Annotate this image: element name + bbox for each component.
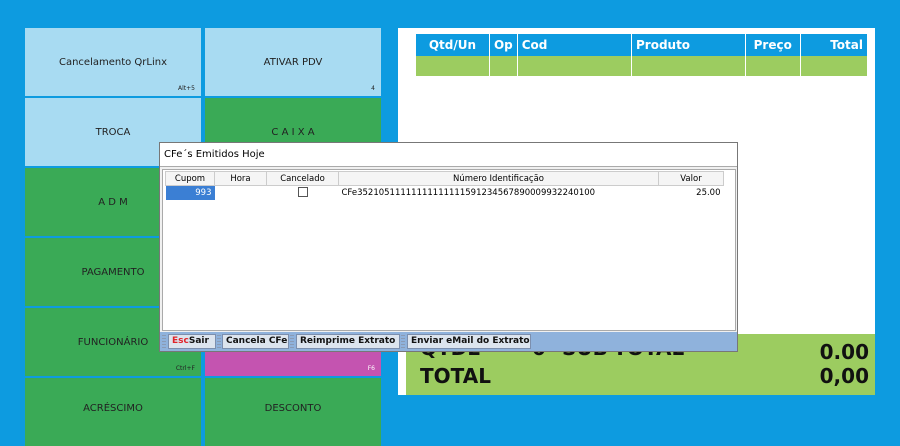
sair-button[interactable]: EscSair bbox=[168, 334, 216, 349]
tile-label: C A I X A bbox=[271, 126, 315, 138]
cfe-dialog: CFe´s Emitidos Hoje Cupom Hora Cancelado… bbox=[159, 142, 738, 352]
cfe-table: Cupom Hora Cancelado Número Identificaçã… bbox=[165, 171, 724, 200]
col-cupom[interactable]: Cupom bbox=[165, 171, 215, 186]
toolbar-grip-icon[interactable] bbox=[162, 335, 166, 348]
toolbar-grip-icon[interactable] bbox=[217, 335, 221, 348]
shortcut-key: F6 bbox=[367, 365, 375, 372]
tile-label: ATIVAR PDV bbox=[263, 56, 323, 68]
col-total: Total bbox=[800, 34, 869, 56]
col-cod: Cod bbox=[517, 34, 632, 56]
col-valor[interactable]: Valor bbox=[658, 171, 724, 186]
tile-label: TROCA bbox=[95, 126, 131, 138]
toolbar-grip-icon[interactable] bbox=[401, 335, 405, 348]
reimprime-extrato-button[interactable]: Reimprime Extrato bbox=[296, 334, 400, 349]
shortcut-key: Alt+5 bbox=[178, 85, 195, 92]
cancelado-cell bbox=[267, 186, 339, 201]
shortcut-key: 4 bbox=[371, 85, 375, 92]
hora-cell bbox=[215, 186, 267, 201]
tile-label: ACRÉSCIMO bbox=[83, 402, 143, 414]
col-hora[interactable]: Hora bbox=[214, 171, 267, 186]
acrescimo-button[interactable]: ACRÉSCIMO bbox=[25, 378, 201, 446]
table-row[interactable]: 993 CFe352105111111111111115912345678900… bbox=[165, 185, 724, 201]
shortcut-key: Ctrl+F bbox=[175, 365, 195, 372]
esc-key-label: Esc bbox=[172, 336, 189, 346]
subtotal-value: 0.00 bbox=[819, 340, 869, 364]
col-preco: Preço bbox=[745, 34, 801, 56]
numero-cell: CFe3521051111111111111159123456789000993… bbox=[341, 188, 596, 198]
cancelado-checkbox[interactable] bbox=[297, 186, 308, 197]
sair-label: Sair bbox=[188, 336, 209, 346]
col-numero[interactable]: Número Identificação bbox=[338, 171, 659, 186]
sales-grid: Qtd/Un Op Cod Produto Preço Total bbox=[416, 34, 869, 76]
tile-label: Cancelamento QrLinx bbox=[58, 56, 168, 68]
tile-label: DESCONTO bbox=[264, 402, 322, 414]
toolbar-grip-icon[interactable] bbox=[290, 335, 294, 348]
desconto-button[interactable]: DESCONTO bbox=[205, 378, 381, 446]
col-produto: Produto bbox=[631, 34, 746, 56]
col-qtd: Qtd/Un bbox=[416, 34, 490, 56]
cupom-cell[interactable]: 993 bbox=[165, 185, 215, 200]
cancela-cfe-button[interactable]: Cancela CFe bbox=[222, 334, 289, 349]
enviar-email-button[interactable]: Enviar eMail do Extrato bbox=[407, 334, 531, 349]
ativar-pdv-button[interactable]: ATIVAR PDV 4 bbox=[205, 28, 381, 96]
col-op: Op bbox=[489, 34, 518, 56]
cancelamento-qrlinx-button[interactable]: Cancelamento QrLinx Alt+5 bbox=[25, 28, 201, 96]
total-label: TOTAL bbox=[420, 364, 491, 388]
table-row[interactable] bbox=[416, 56, 869, 76]
tile-label: FUNCIONÁRIO bbox=[77, 336, 149, 348]
valor-cell: 25.00 bbox=[696, 188, 721, 198]
tile-label: PAGAMENTO bbox=[81, 266, 145, 278]
dialog-title: CFe´s Emitidos Hoje bbox=[160, 143, 737, 167]
dialog-toolbar: EscSair Cancela CFe Reimprime Extrato En… bbox=[160, 332, 737, 351]
col-cancelado[interactable]: Cancelado bbox=[266, 171, 339, 186]
cfe-list: Cupom Hora Cancelado Número Identificaçã… bbox=[162, 169, 736, 331]
tile-label: A D M bbox=[98, 196, 128, 208]
total-value: 0,00 bbox=[819, 364, 869, 388]
